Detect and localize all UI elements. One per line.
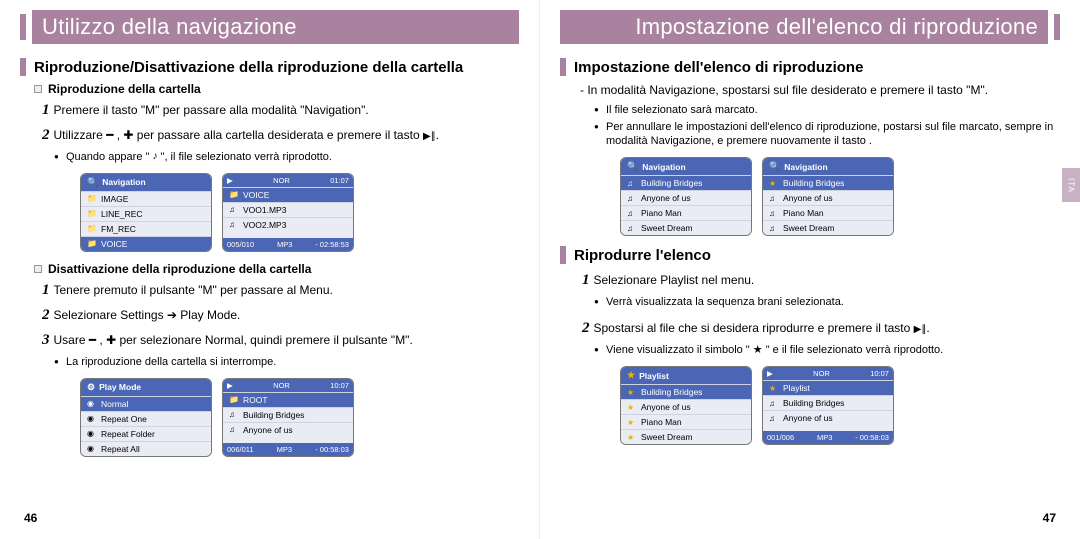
folder-icon: 📁 [229, 190, 239, 199]
bullet-d1: La riproduzione della cartella si interr… [54, 355, 519, 370]
star-icon: ★ [769, 179, 779, 188]
music-icon: ♫ [229, 425, 239, 434]
bullet-rb2: Viene visualizzato il simbolo " ★ " e il… [594, 343, 1060, 358]
star-icon: ★ [627, 370, 635, 381]
music-icon: ♫ [627, 179, 637, 188]
page-title-left: Utilizzo della navigazione [42, 14, 297, 40]
language-tab: ITA [1062, 168, 1080, 202]
device-nav-r1: 🔍Navigation ♫Building Bridges ♫Anyone of… [620, 157, 752, 236]
subheading-2: Disattivazione della riproduzione della … [34, 262, 519, 276]
play-icon: ▶ [767, 369, 773, 378]
screenshot-row-r1: 🔍Navigation ♫Building Bridges ♫Anyone of… [620, 157, 1060, 236]
search-icon: 🔍 [769, 161, 780, 172]
radio-icon: ◉ [87, 399, 97, 408]
step-d2: 2Selezionare Settings ➔ Play Mode. [42, 305, 519, 326]
play-pause-icon: ▶∥ [423, 130, 436, 144]
screenshot-row-2: ⚙Play Mode ◉Normal ◉Repeat One ◉Repeat F… [80, 378, 519, 457]
device-nav: 🔍Navigation 📁IMAGE 📁LINE_REC 📁FM_REC 📁VO… [80, 173, 212, 252]
device-nowplaying-2: ▶NOR10:07 📁ROOT ♫Building Bridges ♫Anyon… [222, 378, 354, 457]
step-r1: 1Selezionare Playlist nel menu. [582, 270, 1060, 291]
folder-icon: 📁 [87, 224, 97, 233]
page-right: Impostazione dell'elenco di riproduzione… [540, 0, 1080, 539]
page-title-right: Impostazione dell'elenco di riproduzione [635, 14, 1038, 40]
search-icon: 🔍 [87, 177, 98, 188]
section-heading: Riproduzione/Disattivazione della riprod… [20, 58, 519, 76]
page-number-left: 46 [24, 511, 37, 525]
h2-repro: Riproduzione/Disattivazione della riprod… [34, 59, 463, 76]
subheading-1: Riproduzione della cartella [34, 82, 519, 96]
dash-text: - In modalità Navigazione, spostarsi sul… [580, 82, 1060, 99]
gear-icon: ⚙ [87, 382, 95, 393]
play-pause-icon: ▶∥ [914, 323, 927, 337]
folder-icon: 📁 [229, 395, 239, 404]
star-icon: ★ [769, 384, 779, 393]
play-icon: ▶ [227, 176, 233, 185]
heading-accent [20, 58, 26, 76]
step-1: 1Premere il tasto "M" per passare alla m… [42, 100, 519, 121]
screenshot-row-1: 🔍Navigation 📁IMAGE 📁LINE_REC 📁FM_REC 📁VO… [80, 173, 519, 252]
sub-marker [34, 85, 42, 93]
bullet-r2: Per annullare le impostazioni dell'elenc… [594, 120, 1060, 150]
h2-impostazione: Impostazione dell'elenco di riproduzione [574, 59, 863, 76]
heading-accent [560, 246, 566, 264]
step-d1: 1Tenere premuto il pulsante "M" per pass… [42, 280, 519, 301]
section-heading-r1: Impostazione dell'elenco di riproduzione [560, 58, 1060, 76]
search-icon: 🔍 [627, 161, 638, 172]
h2-riprodurre: Riprodurre l'elenco [574, 247, 711, 264]
music-icon: ♫ [229, 220, 239, 229]
folder-icon: 📁 [87, 239, 97, 248]
step-2: 2Utilizzare ━ , ✚ per passare alla carte… [42, 125, 519, 146]
bullet-1: Quando appare " ♪ ", il file selezionato… [54, 150, 519, 165]
folder-icon: 📁 [87, 194, 97, 203]
minus-plus-icon: ━ , ✚ [106, 128, 133, 142]
device-playmode: ⚙Play Mode ◉Normal ◉Repeat One ◉Repeat F… [80, 378, 212, 457]
banner-accent [20, 14, 26, 40]
star-icon: ★ [627, 388, 637, 397]
page-number-right: 47 [1043, 511, 1056, 525]
sub-marker [34, 265, 42, 273]
music-icon: ♫ [229, 205, 239, 214]
music-icon: ♫ [229, 410, 239, 419]
banner-left: Utilizzo della navigazione [20, 10, 519, 44]
page-left: Utilizzo della navigazione Riproduzione/… [0, 0, 540, 539]
screenshot-row-r2: ★Playlist ★Building Bridges ★Anyone of u… [620, 366, 1060, 445]
device-nowplaying-1: ▶NOR01:07 📁VOICE ♫VOO1.MP3 ♫VOO2.MP3 005… [222, 173, 354, 252]
device-playlist: ★Playlist ★Building Bridges ★Anyone of u… [620, 366, 752, 445]
step-r2: 2Spostarsi al file che si desidera ripro… [582, 318, 1060, 339]
bullet-r1: Il file selezionato sarà marcato. [594, 103, 1060, 118]
banner-right: Impostazione dell'elenco di riproduzione [560, 10, 1060, 44]
step-d3: 3Usare ━ , ✚ per selezionare Normal, qui… [42, 330, 519, 351]
section-heading-r2: Riprodurre l'elenco [560, 246, 1060, 264]
play-icon: ▶ [227, 381, 233, 390]
folder-icon: 📁 [87, 209, 97, 218]
banner-accent [1054, 14, 1060, 40]
sub2-text: Disattivazione della riproduzione della … [48, 262, 311, 276]
device-nav-r2: 🔍Navigation ★Building Bridges ♫Anyone of… [762, 157, 894, 236]
bullet-rb1: Verrà visualizzata la sequenza brani sel… [594, 295, 1060, 310]
sub1-text: Riproduzione della cartella [48, 82, 201, 96]
device-nowplaying-r: ▶NOR10:07 ★Playlist ♫Building Bridges ♫A… [762, 366, 894, 445]
heading-accent [560, 58, 566, 76]
minus-plus-icon: ━ , ✚ [89, 333, 116, 347]
